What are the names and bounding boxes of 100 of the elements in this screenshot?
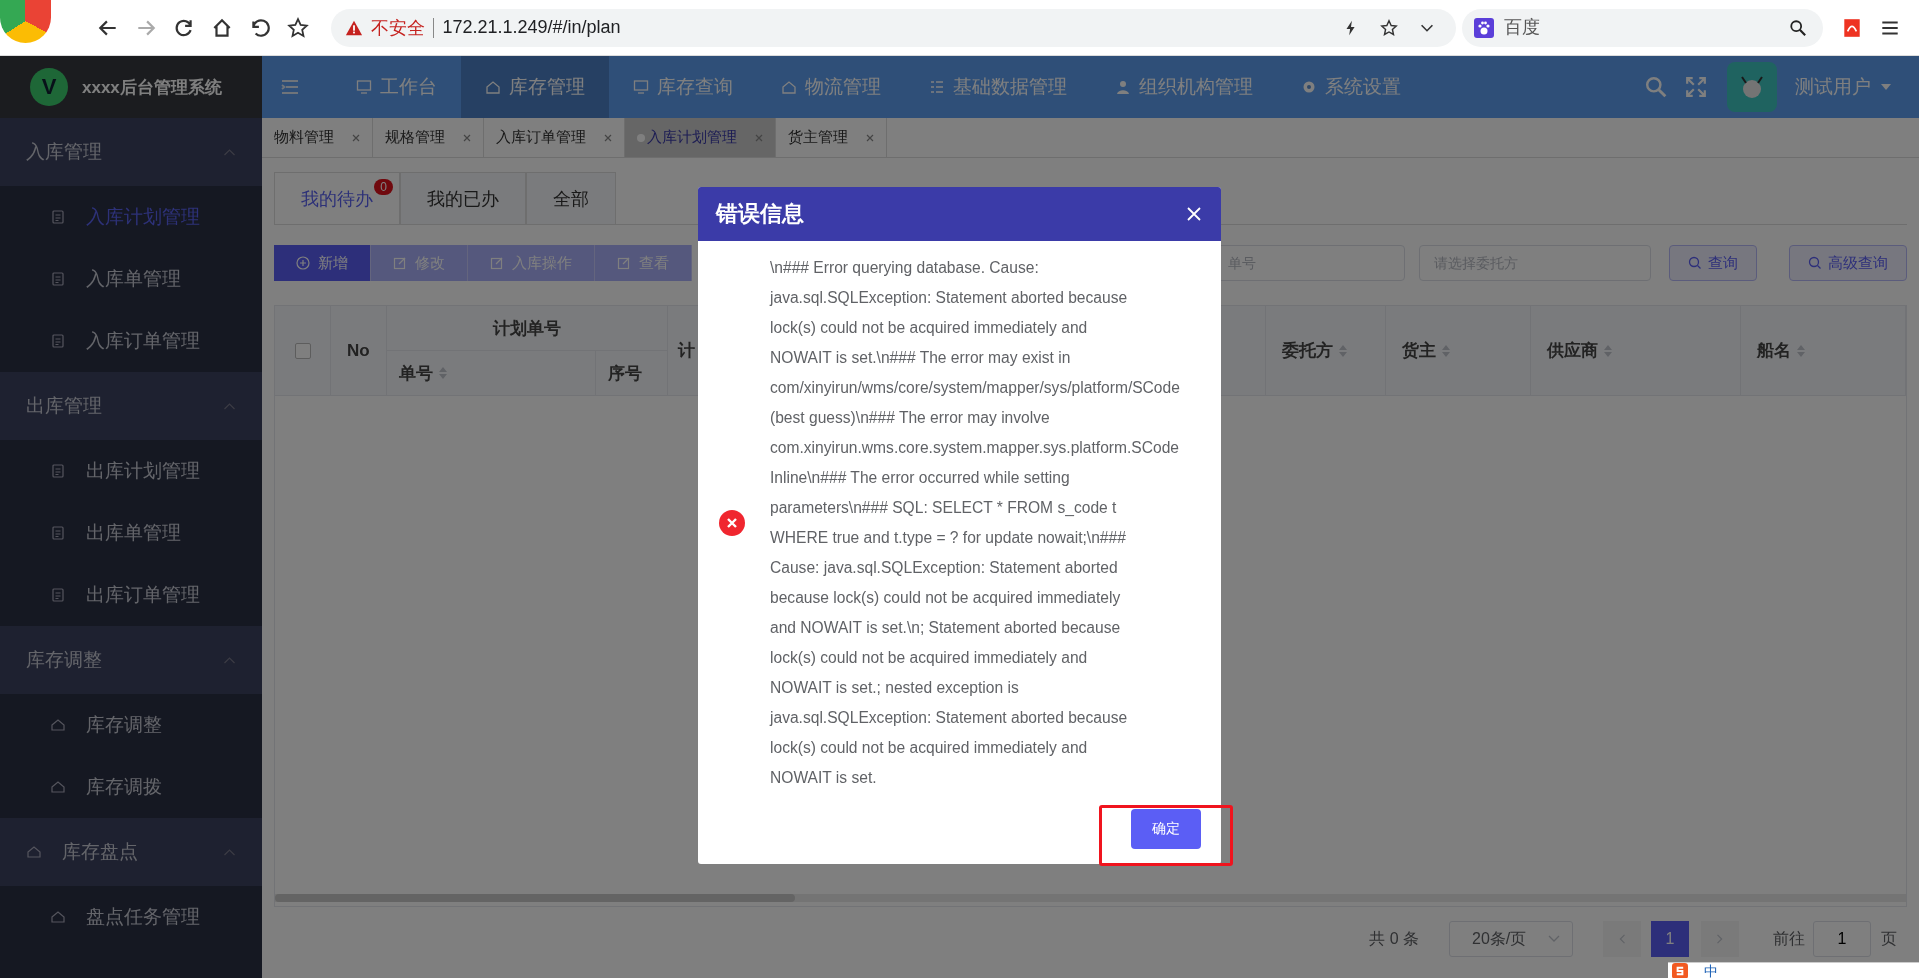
tab[interactable]: 我的待办 0 [274, 172, 400, 224]
search-button[interactable]: 高级查询 [1789, 245, 1907, 281]
menu-item[interactable]: 入库计划管理 [0, 186, 262, 248]
address-bar[interactable]: 不安全 172.21.1.249/#/in/plan [331, 8, 1456, 47]
chevron-down-icon [1548, 934, 1560, 944]
toolbar-button[interactable]: 新增 [274, 245, 371, 281]
menu-item[interactable]: 盘点任务管理 [0, 886, 262, 948]
group-label: 库存盘点 [62, 840, 139, 864]
security-warning: 不安全 [371, 16, 426, 40]
page-button[interactable]: 1 [1651, 921, 1689, 957]
gear-icon [1301, 79, 1317, 95]
checkbox[interactable] [294, 342, 311, 359]
document-icon [50, 587, 66, 603]
pdf-icon[interactable] [1841, 16, 1863, 39]
page-tab[interactable]: 货主管理 [776, 118, 887, 157]
search-icon[interactable] [1789, 18, 1807, 37]
user-name[interactable]: 测试用户 [1795, 74, 1871, 100]
nav-tab[interactable]: 库存查询 [609, 56, 757, 118]
edit-icon [617, 256, 631, 270]
caret-icon[interactable] [1881, 84, 1891, 90]
star-icon[interactable] [287, 16, 310, 39]
page-number-field[interactable]: 1 [1813, 921, 1871, 957]
document-icon [50, 333, 66, 349]
menu-group[interactable]: 库存调整 [0, 626, 262, 694]
page-tab[interactable]: 入库计划管理 [625, 118, 776, 157]
undo-icon[interactable] [249, 16, 272, 39]
group-label: 出库管理 [26, 394, 103, 418]
paw-icon [1473, 17, 1494, 38]
plus-circle-icon [296, 256, 310, 270]
table-header-cell: 供应商 [1531, 306, 1741, 396]
edit-icon [393, 256, 407, 270]
url-text: 172.21.1.249/#/in/plan [442, 17, 621, 38]
error-icon [719, 510, 745, 536]
house-icon [50, 717, 66, 733]
table-header-cell: 单号 [387, 351, 596, 396]
dialog-title: 错误信息 [716, 200, 805, 228]
page-size-select[interactable]: 20条/页 [1449, 921, 1573, 957]
page-suffix: 页 [1881, 928, 1897, 949]
sort-icon[interactable] [1339, 344, 1347, 357]
table-header-cell: 货主 [1386, 306, 1531, 396]
nav-tab[interactable]: 组织机构管理 [1091, 56, 1277, 118]
menu-item[interactable]: 出库订单管理 [0, 564, 262, 626]
goto-label: 前往 [1773, 928, 1805, 949]
page-tab[interactable]: 物料管理 [262, 118, 373, 157]
menu-group[interactable]: 库存盘点 [0, 818, 262, 886]
house-icon [50, 909, 66, 925]
menu-item[interactable]: 出库计划管理 [0, 440, 262, 502]
scrollbar[interactable] [275, 894, 1906, 902]
monitor-icon [356, 79, 372, 95]
table-header-cell: 委托方 [1266, 306, 1386, 396]
table-header-cell: 船名 [1741, 306, 1906, 396]
search-button[interactable]: 查询 [1669, 245, 1757, 281]
tab[interactable]: 全部 [526, 172, 616, 224]
sort-icon[interactable] [1442, 344, 1450, 357]
fullscreen-icon[interactable] [1685, 76, 1707, 98]
menu-item[interactable]: 入库订单管理 [0, 310, 262, 372]
count-badge: 0 [374, 179, 393, 195]
document-icon [50, 525, 66, 541]
table-header-cell: 序号 [596, 351, 668, 396]
monitor-icon [633, 79, 649, 95]
house-icon [781, 79, 797, 95]
document-icon [50, 463, 66, 479]
group-label: 入库管理 [26, 140, 103, 164]
sort-icon[interactable] [1797, 344, 1805, 357]
tab[interactable]: 我的已办 [400, 172, 526, 224]
menu-item[interactable]: 库存调整 [0, 694, 262, 756]
nav-tab[interactable]: 库存管理 [461, 56, 609, 118]
total-count: 共 0 条 [1369, 928, 1419, 949]
input-mode-label[interactable]: 中 [1704, 963, 1718, 978]
search-input[interactable]: 百度 [1501, 16, 1779, 39]
status-dot [637, 133, 645, 142]
app-title: xxxx后台管理系统 [82, 76, 222, 99]
menu-group[interactable]: 出库管理 [0, 372, 262, 440]
star-icon[interactable] [1379, 18, 1398, 37]
confirm-button[interactable]: 确定 [1131, 809, 1201, 849]
nav-tab[interactable]: 物流管理 [757, 56, 905, 118]
browser-logo [0, 0, 52, 43]
menu-item[interactable]: 库存调拨 [0, 756, 262, 818]
column-group-label: 计划单号 [493, 317, 561, 340]
search-bar[interactable]: 百度 [1461, 8, 1823, 47]
nav-tab[interactable]: 基础数据管理 [905, 56, 1091, 118]
house-icon [26, 844, 42, 860]
table-header-cell: No [331, 306, 387, 396]
app-logo: V [30, 68, 68, 106]
user-avatar[interactable] [1727, 62, 1777, 112]
sort-icon[interactable] [1604, 344, 1612, 357]
house-icon [485, 79, 501, 95]
sort-icon[interactable] [439, 367, 447, 379]
edit-icon [490, 256, 504, 270]
nav-tab[interactable]: 系统设置 [1277, 56, 1425, 118]
ime-toolbar[interactable]: 中 [1668, 962, 1919, 978]
group-label: 库存调整 [26, 648, 103, 672]
page-tab[interactable]: 规格管理 [373, 118, 484, 157]
menu-group[interactable]: 入库管理 [0, 118, 262, 186]
menu-item[interactable]: 入库单管理 [0, 248, 262, 310]
house-icon [50, 779, 66, 795]
nav-tab[interactable]: 工作台 [332, 56, 461, 118]
document-icon [50, 271, 66, 287]
search-icon [1688, 256, 1702, 270]
menu-item[interactable]: 出库单管理 [0, 502, 262, 564]
